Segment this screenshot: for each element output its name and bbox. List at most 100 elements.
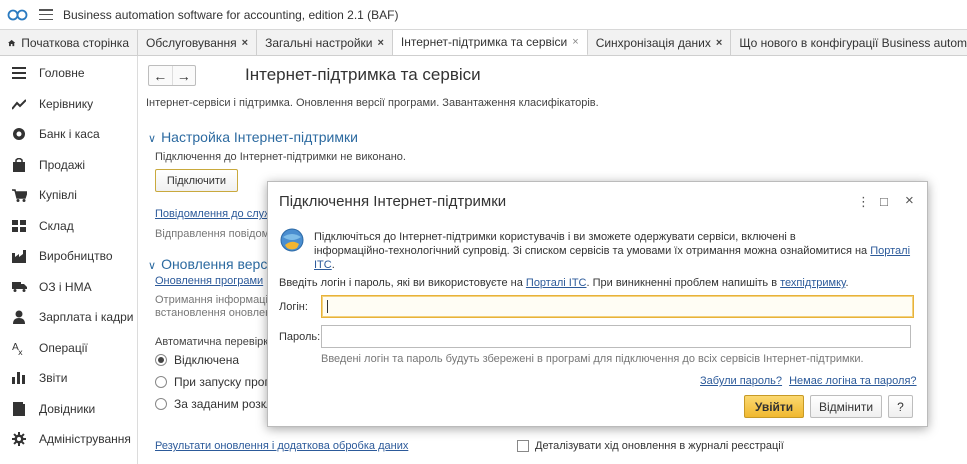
sidebar-item-label: Адміністрування [39,432,131,447]
sidebar-item-operations[interactable]: Ax Операції [0,333,137,364]
support-status-text: Підключення до Інтернет-підтримки не вик… [155,151,406,163]
section-update[interactable]: ∨ Оновлення версі [148,256,270,272]
sidebar-item-admin[interactable]: Адміністрування [0,424,137,455]
more-options-icon[interactable]: ⋮ [857,194,870,210]
connect-button[interactable]: Підключити [155,169,238,192]
tab-label: Початкова сторінка [21,36,129,50]
close-icon[interactable]: × [377,37,383,49]
person-icon [11,309,27,325]
page-subtitle: Інтернет-сервіси і підтримка. Оновлення … [146,97,599,109]
credentials-hint: Введені логін та пароль будуть збережені… [321,353,864,365]
connect-support-dialog: Підключення Інтернет-підтримки ⋮ □ × Під… [267,181,928,427]
cancel-button[interactable]: Відмінити [810,395,882,418]
dialog-info-dot: . [331,259,335,271]
sidebar-item-warehouse[interactable]: Склад [0,211,137,242]
bar-report-icon [11,370,27,386]
radio-label: За заданим розкла [174,397,280,411]
close-icon[interactable]: × [716,37,722,49]
sidebar-item-manager[interactable]: Керівнику [0,89,137,120]
auto-check-label: Автоматична перевірк [155,336,269,348]
radio-on-start[interactable]: При запуску програ [155,375,282,389]
trend-chart-icon [11,96,27,112]
sidebar-item-label: Склад [39,218,74,233]
text-caret [327,300,328,313]
tab-home[interactable]: Початкова сторінка [0,30,138,55]
prompt-middle: . При виникненні проблем напишіть в [586,277,778,289]
sidebar-item-label: Довідники [39,401,96,416]
sidebar-item-salary[interactable]: Зарплата і кадри [0,302,137,333]
portal-its-link[interactable]: Порталі ІТС [526,277,587,289]
dialog-prompt: Введіть логін і пароль, які ви використо… [279,276,849,290]
tech-support-link[interactable]: техпідтримку [780,277,845,289]
back-button[interactable]: ← [149,66,173,85]
sidebar-item-references[interactable]: Довідники [0,394,137,425]
checkbox-box [517,440,529,452]
close-icon[interactable]: × [242,37,248,49]
dialog-title: Підключення Інтернет-підтримки [279,193,507,210]
sidebar-item-label: Зарплата і кадри [39,310,134,325]
tab-label: Інтернет-підтримка та сервіси [400,35,568,49]
update-program-link[interactable]: Оновлення програми [155,275,263,287]
maximize-icon[interactable]: □ [880,194,888,209]
sidebar-item-label: Банк і каса [39,127,100,142]
radio-schedule[interactable]: За заданим розкла [155,397,280,411]
radio-circle [155,354,167,366]
truck-icon [11,279,27,295]
sidebar-item-main[interactable]: Головне [0,58,137,89]
sidebar-item-bank[interactable]: Банк і каса [0,119,137,150]
tab-internet-support[interactable]: Інтернет-підтримка та сервіси × [392,30,588,55]
no-login-link[interactable]: Немає логіна та пароля? [789,375,916,387]
radio-disabled[interactable]: Відключена [155,353,239,367]
radio-circle [155,398,167,410]
checkbox-label: Деталізувати хід оновлення в журналі реє… [535,440,784,452]
password-input[interactable] [321,325,911,348]
section-support-settings[interactable]: ∨ Настройка Інтернет-підтримки [148,129,358,145]
operations-icon: Ax [11,340,27,356]
tab-whats-new[interactable]: Що нового в конфігурації Business automa… [731,30,967,55]
sidebar-item-label: Керівнику [39,96,94,111]
tab-maintenance[interactable]: Обслуговування × [138,30,258,55]
forward-button[interactable]: → [173,66,196,85]
cart-icon [11,187,27,203]
nav-buttons: ← → [148,65,196,86]
prompt-prefix: Введіть логін і пароль, які ви використо… [279,277,523,289]
sidebar-item-reports[interactable]: Звіти [0,363,137,394]
update-results-link[interactable]: Результати оновлення і додаткова обробка… [155,440,408,452]
detail-log-checkbox[interactable]: Деталізувати хід оновлення в журналі реє… [517,440,784,452]
hamburger-menu-icon[interactable] [39,9,53,20]
tab-data-sync[interactable]: Синхронізація даних × [588,30,732,55]
app-title: Business automation software for account… [63,7,399,22]
section-title: Настройка Інтернет-підтримки [161,129,358,145]
app-titlebar: Business automation software for account… [0,0,967,30]
tab-general-settings[interactable]: Загальні настройки × [257,30,393,55]
sidebar-item-label: ОЗ і НМА [39,279,92,294]
sidebar-item-sales[interactable]: Продажі [0,150,137,181]
close-icon[interactable]: × [572,36,578,48]
update-description-line2: встановлення оновлен [155,307,272,319]
radio-label: При запуску програ [174,375,283,389]
close-icon[interactable]: × [905,192,914,209]
support-globe-icon [280,228,304,252]
sidebar-item-fixed-assets[interactable]: ОЗ і НМА [0,272,137,303]
messages-link[interactable]: Повідомлення до служ [155,208,272,220]
dialog-links: Забули пароль? Немає логіна та пароля? [700,374,917,388]
login-label: Логін: [279,301,308,313]
dialog-info-line2: інформаційно-технологічний супровід. Зі … [314,245,868,257]
book-icon [11,401,27,417]
radio-circle [155,376,167,388]
login-button[interactable]: Увійти [744,395,804,418]
dialog-info-line1: Підключіться до Інтернет-підтримки корис… [314,231,796,243]
1c-logo-icon[interactable] [7,8,29,22]
sidebar-item-production[interactable]: Виробництво [0,241,137,272]
sidebar: Головне Керівнику Банк і каса Продажі Ку… [0,56,138,464]
sidebar-item-label: Операції [39,340,88,355]
help-button[interactable]: ? [888,395,913,418]
password-label: Пароль: [279,331,321,343]
tab-label: Що нового в конфігурації Business automa… [739,36,967,50]
sidebar-item-purchases[interactable]: Купівлі [0,180,137,211]
login-input[interactable] [321,295,914,318]
sidebar-item-label: Купівлі [39,188,77,203]
chevron-down-icon: ∨ [148,133,157,145]
sidebar-item-label: Звіти [39,371,68,386]
forgot-password-link[interactable]: Забули пароль? [700,375,782,387]
